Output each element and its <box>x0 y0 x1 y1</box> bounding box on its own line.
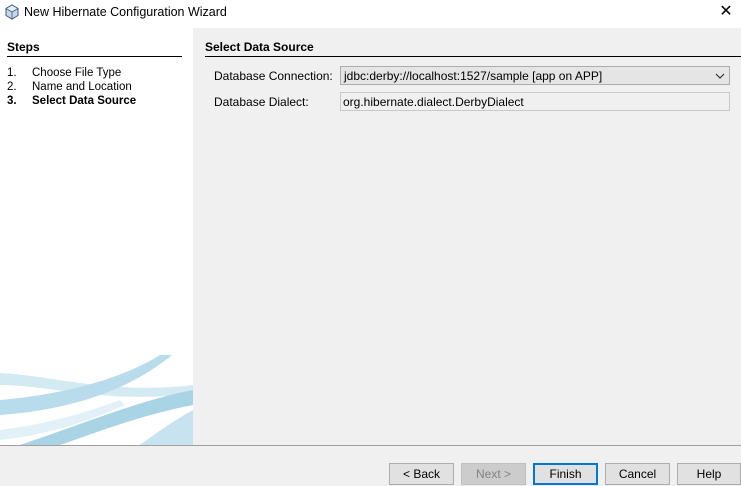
panel-title: Select Data Source <box>205 40 741 57</box>
steps-panel: Steps 1. Choose File Type 2. Name and Loca… <box>0 28 193 445</box>
close-icon: ✕ <box>719 3 733 20</box>
step-number: 2. <box>7 81 17 93</box>
step-number: 1. <box>7 67 17 79</box>
step-item: 1. Choose File Type <box>7 66 136 80</box>
database-dialect-label: Database Dialect: <box>214 95 309 109</box>
finish-button[interactable]: Finish <box>533 463 598 485</box>
step-item-current: 3. Select Data Source <box>7 94 136 108</box>
title-bar: New Hibernate Configuration Wizard ✕ <box>0 0 741 25</box>
close-button[interactable]: ✕ <box>711 0 741 25</box>
decorative-swoosh <box>0 355 193 445</box>
help-button[interactable]: Help <box>677 463 741 485</box>
database-dialect-value: org.hibernate.dialect.DerbyDialect <box>343 95 524 109</box>
step-item: 2. Name and Location <box>7 80 136 94</box>
cancel-button[interactable]: Cancel <box>605 463 670 485</box>
button-bar: < Back Next > Finish Cancel Help <box>0 446 741 486</box>
database-connection-value: jdbc:derby://localhost:1527/sample [app … <box>344 69 603 83</box>
step-label: Select Data Source <box>32 95 137 107</box>
steps-list: 1. Choose File Type 2. Name and Location 3… <box>7 66 136 108</box>
step-number: 3. <box>7 95 17 107</box>
database-connection-combo[interactable]: jdbc:derby://localhost:1527/sample [app … <box>340 66 730 85</box>
back-button[interactable]: < Back <box>389 463 454 485</box>
database-connection-label: Database Connection: <box>214 69 333 83</box>
step-label: Choose File Type <box>32 67 122 79</box>
hibernate-cube-icon <box>5 4 19 20</box>
chevron-down-icon[interactable] <box>715 72 725 80</box>
step-label: Name and Location <box>32 81 132 93</box>
database-dialect-field[interactable]: org.hibernate.dialect.DerbyDialect <box>340 92 730 111</box>
next-button[interactable]: Next > <box>461 463 526 485</box>
content-panel: Select Data Source Database Connection: … <box>193 28 741 445</box>
window-title: New Hibernate Configuration Wizard <box>24 5 227 19</box>
steps-header: Steps <box>7 40 182 57</box>
